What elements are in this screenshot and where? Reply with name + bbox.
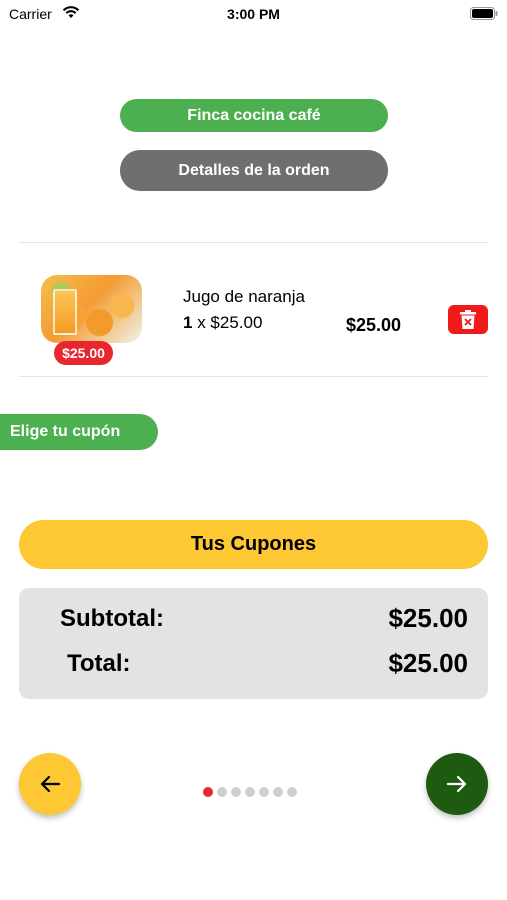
juice-glass-shape bbox=[53, 289, 77, 335]
page-dot bbox=[259, 787, 269, 797]
divider bbox=[19, 376, 488, 377]
item-quantity-line: 1 x $25.00 bbox=[183, 313, 262, 333]
page-dot bbox=[231, 787, 241, 797]
back-button[interactable] bbox=[19, 753, 81, 815]
price-badge: $25.00 bbox=[54, 341, 113, 365]
divider bbox=[19, 242, 488, 243]
clock: 3:00 PM bbox=[227, 6, 280, 22]
total-label: Total: bbox=[67, 650, 131, 677]
total-value: $25.00 bbox=[388, 648, 468, 678]
status-bar: Carrier 3:00 PM bbox=[0, 0, 507, 30]
orange-juice-image bbox=[41, 275, 142, 343]
next-button[interactable] bbox=[426, 753, 488, 815]
page-dot bbox=[217, 787, 227, 797]
item-unit-price: $25.00 bbox=[210, 313, 263, 332]
choose-coupon-label: Elige tu cupón bbox=[0, 414, 158, 450]
quantity-separator: x bbox=[192, 313, 211, 332]
page-dot bbox=[203, 787, 213, 797]
subtotal-label: Subtotal: bbox=[60, 605, 164, 632]
battery-icon bbox=[470, 7, 498, 20]
page-dot bbox=[273, 787, 283, 797]
my-coupons-button[interactable]: Tus Cupones bbox=[19, 520, 488, 569]
restaurant-name-pill: Finca cocina café bbox=[120, 99, 388, 132]
page-dot bbox=[245, 787, 255, 797]
arrow-right-icon bbox=[446, 775, 467, 793]
order-summary: Subtotal: $25.00 Total: $25.00 bbox=[19, 588, 488, 699]
delete-item-button[interactable] bbox=[448, 305, 488, 334]
arrow-left-icon bbox=[40, 775, 61, 793]
page-indicator bbox=[203, 787, 297, 799]
subtotal-value: $25.00 bbox=[388, 603, 468, 633]
item-name: Jugo de naranja bbox=[183, 287, 305, 306]
item-line-total: $25.00 bbox=[346, 315, 402, 335]
trash-icon bbox=[460, 310, 476, 329]
order-details-pill: Detalles de la orden bbox=[120, 150, 388, 191]
page-dot bbox=[287, 787, 297, 797]
